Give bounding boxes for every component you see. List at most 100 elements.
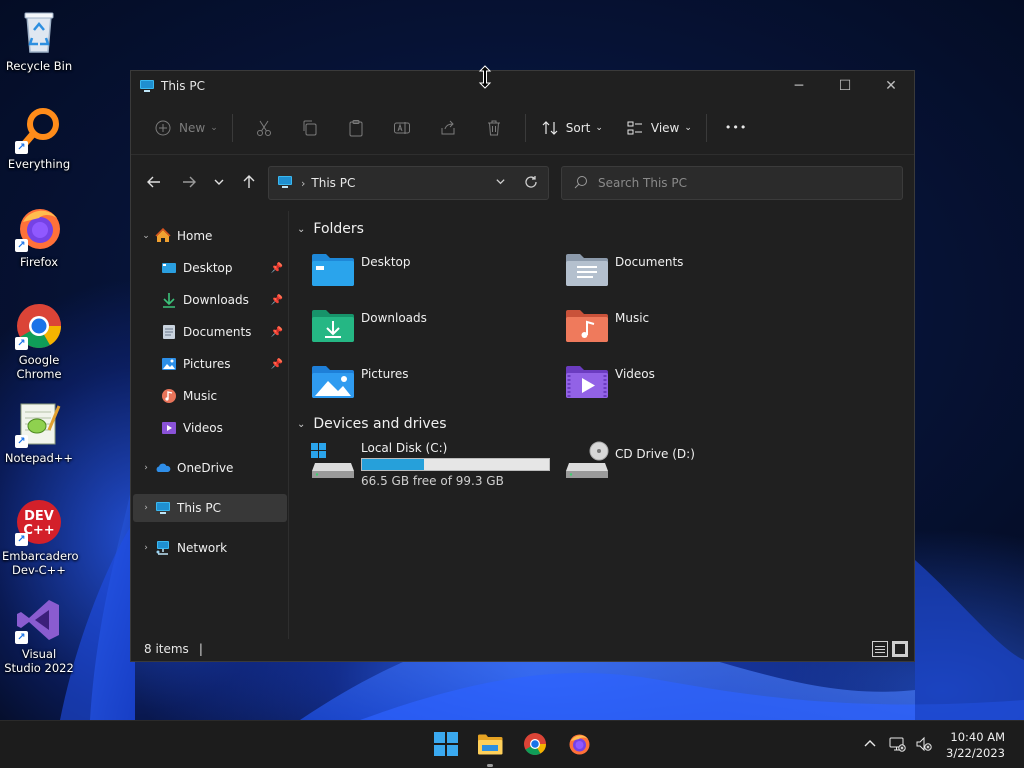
music-folder-icon — [565, 307, 609, 343]
nav-item-desktop[interactable]: Desktop 📌 — [133, 254, 287, 282]
folder-tile-pictures[interactable]: Pictures — [311, 363, 551, 409]
taskbar-file-explorer[interactable] — [476, 731, 504, 759]
drive-info: Local Disk (C:) 66.5 GB free of 99.3 GB — [361, 441, 550, 488]
start-button[interactable] — [432, 731, 460, 759]
nav-item-pictures[interactable]: Pictures 📌 — [133, 350, 287, 378]
taskbar-firefox[interactable] — [565, 731, 593, 759]
close-button[interactable]: ✕ — [868, 71, 914, 101]
chevron-down-icon[interactable]: ⌄ — [139, 231, 153, 241]
desktop-icon-visual-studio[interactable]: ↗ Visual Studio 2022 — [2, 596, 76, 675]
visual-studio-icon: ↗ — [15, 596, 63, 644]
notepad-plus-plus-icon: ↗ — [15, 400, 63, 448]
title-bar[interactable]: This PC ─ ☐ ✕ — [131, 71, 914, 101]
share-button[interactable] — [425, 112, 471, 144]
details-view-button[interactable] — [872, 641, 888, 657]
folder-tile-videos[interactable]: Videos — [565, 363, 805, 409]
maximize-button[interactable]: ☐ — [822, 71, 868, 101]
delete-button[interactable] — [471, 112, 517, 144]
forward-button[interactable] — [174, 168, 204, 198]
search-input[interactable] — [598, 176, 878, 190]
divider — [524, 113, 526, 142]
svg-text:C++: C++ — [23, 523, 54, 538]
more-options-button[interactable]: ••• — [715, 112, 757, 144]
window-title: This PC — [161, 79, 205, 93]
sort-button[interactable]: Sort ⌄ — [534, 112, 609, 144]
pictures-icon — [161, 356, 177, 372]
address-bar[interactable]: › This PC — [268, 166, 549, 200]
desktop-icon-google-chrome[interactable]: ↗ Google Chrome — [2, 302, 76, 381]
nav-item-this-pc[interactable]: › This PC — [133, 494, 287, 522]
desktop-folder-icon — [311, 251, 355, 287]
clipboard-icon — [346, 118, 366, 138]
desktop-icon-dev-cpp[interactable]: DEV C++ ↗ Embarcadero Dev-C++ — [2, 498, 79, 577]
window-controls: ─ ☐ ✕ — [776, 71, 914, 101]
desktop-icon-everything[interactable]: ↗ Everything — [2, 106, 76, 171]
volume-button[interactable] — [913, 734, 935, 756]
drive-tile-local-disk-c[interactable]: Local Disk (C:) 66.5 GB free of 99.3 GB — [311, 441, 550, 488]
file-explorer-icon — [477, 732, 503, 759]
group-header-folders[interactable]: ⌄ Folders — [297, 221, 364, 237]
tiles-view-button[interactable] — [892, 641, 908, 657]
svg-text:DEV: DEV — [24, 509, 54, 524]
status-bar: 8 items | — [131, 637, 914, 661]
nav-item-label: Desktop — [183, 261, 233, 275]
chevron-down-icon: ⌄ — [210, 122, 218, 133]
nav-item-label: OneDrive — [177, 461, 234, 475]
nav-item-videos[interactable]: Videos — [133, 414, 287, 442]
group-header-devices[interactable]: ⌄ Devices and drives — [297, 416, 447, 432]
system-tray: 10:40 AM 3/22/2023 — [859, 721, 1024, 768]
desktop-icon-firefox[interactable]: ↗ Firefox — [2, 204, 76, 269]
desktop-icon-notepad-plus-plus[interactable]: ↗ Notepad++ — [2, 400, 76, 465]
dev-cpp-icon: DEV C++ ↗ — [15, 498, 63, 546]
nav-item-music[interactable]: Music — [133, 382, 287, 410]
nav-item-label: This PC — [177, 501, 221, 515]
folder-tile-music[interactable]: Music — [565, 307, 805, 353]
nav-item-network[interactable]: › Network — [133, 534, 287, 562]
desktop-icon-recycle-bin[interactable]: Recycle Bin — [2, 8, 76, 73]
nav-item-documents[interactable]: Documents 📌 — [133, 318, 287, 346]
pin-icon: 📌 — [270, 262, 283, 274]
chevron-right-icon[interactable]: › — [139, 463, 153, 473]
folder-tile-downloads[interactable]: Downloads — [311, 307, 551, 353]
trash-icon — [484, 118, 504, 138]
refresh-icon[interactable] — [524, 175, 538, 192]
up-button[interactable] — [234, 168, 264, 198]
search-box[interactable] — [561, 166, 903, 200]
chevron-down-icon: ⌄ — [595, 122, 603, 133]
network-status-button[interactable] — [886, 734, 908, 756]
nav-item-home[interactable]: ⌄ Home — [133, 222, 287, 250]
chevron-right-icon[interactable]: › — [139, 543, 153, 553]
taskbar-chrome[interactable] — [521, 731, 549, 759]
recent-locations-button[interactable] — [204, 168, 234, 198]
item-count: 8 items — [144, 642, 189, 656]
folder-name: Documents — [615, 255, 684, 269]
minimize-button[interactable]: ─ — [776, 71, 822, 101]
view-button[interactable]: View ⌄ — [619, 112, 698, 144]
breadcrumb-this-pc[interactable]: This PC — [311, 176, 355, 190]
drive-tile-cd-drive-d[interactable]: CD Drive (D:) — [565, 441, 695, 482]
rename-button[interactable] — [379, 112, 425, 144]
address-history-button[interactable] — [495, 176, 506, 190]
show-hidden-icons-button[interactable] — [859, 734, 881, 756]
chevron-right-icon[interactable]: › — [139, 503, 153, 513]
chevron-down-icon — [213, 176, 225, 191]
scissors-icon — [254, 118, 274, 138]
cut-button[interactable] — [241, 112, 287, 144]
back-button[interactable] — [139, 168, 169, 198]
clock[interactable]: 10:40 AM 3/22/2023 — [946, 729, 1005, 761]
folder-tile-desktop[interactable]: Desktop — [311, 251, 551, 297]
nav-item-downloads[interactable]: Downloads 📌 — [133, 286, 287, 314]
nav-item-onedrive[interactable]: › OneDrive — [133, 454, 287, 482]
shortcut-arrow-icon: ↗ — [15, 337, 28, 350]
shortcut-arrow-icon: ↗ — [15, 141, 28, 154]
paste-button[interactable] — [333, 112, 379, 144]
chrome-icon: ↗ — [15, 302, 63, 350]
shortcut-arrow-icon: ↗ — [15, 435, 28, 448]
nav-item-label: Network — [177, 541, 228, 555]
resize-cursor-icon — [478, 65, 492, 89]
copy-button[interactable] — [287, 112, 333, 144]
new-button[interactable]: New ⌄ — [147, 112, 224, 144]
videos-icon — [161, 420, 177, 436]
drive-free-space: 66.5 GB free of 99.3 GB — [361, 474, 504, 488]
folder-tile-documents[interactable]: Documents — [565, 251, 805, 297]
